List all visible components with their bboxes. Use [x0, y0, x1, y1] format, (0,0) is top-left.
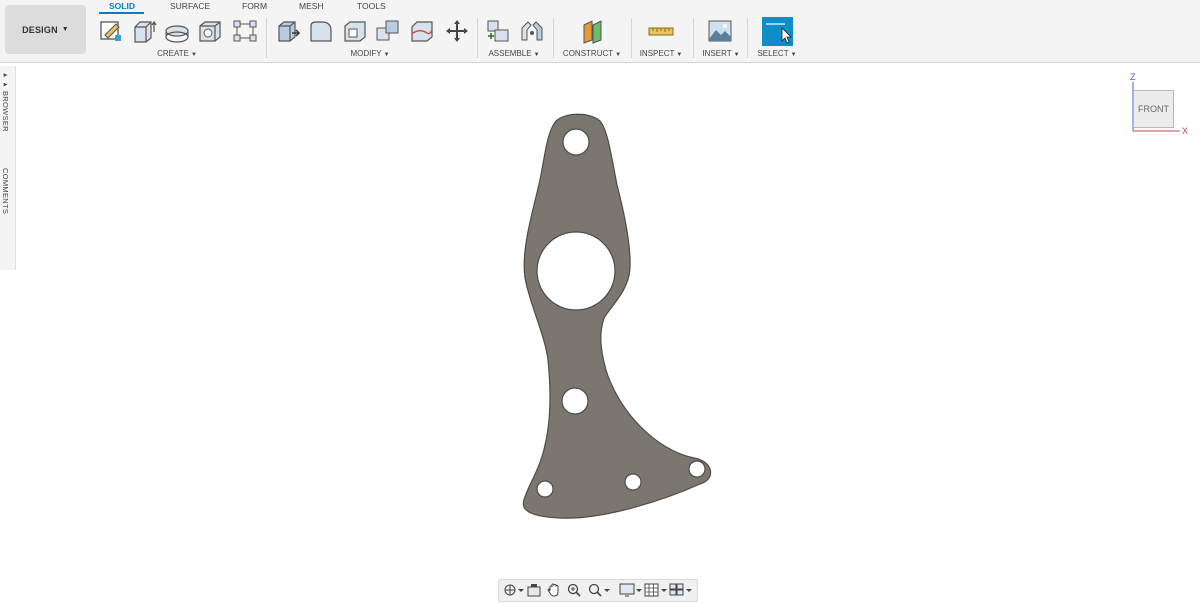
bracket-part[interactable]: [522, 113, 712, 519]
orbit-button[interactable]: [503, 582, 525, 598]
zoom-icon: [567, 583, 581, 597]
look-at-icon: [527, 584, 541, 597]
viewports-button[interactable]: [669, 582, 693, 598]
navigation-bar: [498, 579, 698, 602]
orbit-icon: [504, 584, 524, 596]
hand-icon: [547, 583, 559, 597]
model-canvas[interactable]: [0, 0, 1200, 600]
grid-icon: [644, 583, 667, 597]
display-settings-button[interactable]: [619, 582, 643, 598]
zoom-window-icon: [588, 583, 610, 597]
grid-settings-button[interactable]: [644, 582, 668, 598]
zoom-button[interactable]: [566, 582, 582, 598]
monitor-icon: [619, 583, 642, 597]
pan-button[interactable]: [546, 582, 562, 598]
fit-button[interactable]: [587, 582, 611, 598]
viewports-icon: [669, 583, 692, 596]
look-at-button[interactable]: [526, 582, 542, 598]
